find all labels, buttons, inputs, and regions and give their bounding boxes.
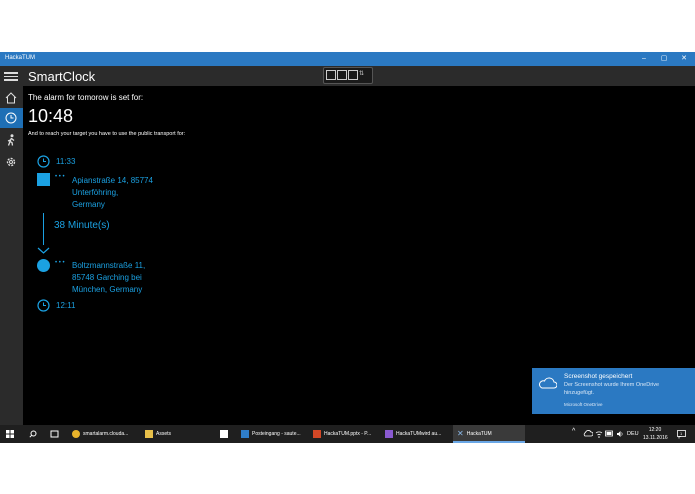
onedrive-cloud-icon <box>539 377 557 389</box>
window-title: HackaTUM <box>5 55 36 61</box>
alarm-intro-text: The alarm for tomorow is set for: <box>28 93 144 102</box>
hamburger-menu-icon[interactable] <box>4 70 18 82</box>
sidebar-item-settings[interactable] <box>0 152 23 172</box>
taskbar-item-explorer[interactable]: Assets <box>141 425 211 443</box>
sidebar-item-home[interactable] <box>0 88 23 108</box>
search-icon[interactable] <box>29 430 37 438</box>
select-element-icon[interactable] <box>326 70 336 80</box>
taskbar: smartalarm.clouda... Assets Posteingang … <box>0 425 695 443</box>
origin-address-line1: Apianstraße 14, 85774 <box>72 176 153 185</box>
origin-dots: • • • <box>55 174 65 180</box>
home-icon <box>5 92 17 104</box>
chrome-icon <box>72 429 80 438</box>
origin-address-line2: Unterföhring, <box>72 188 119 197</box>
clock-time: 12:20 <box>648 427 662 433</box>
taskbar-item-label: HackaTUM <box>466 431 492 437</box>
notification-body-line1: Der Screenshot wurde Ihrem OneDrive <box>564 382 660 388</box>
clock-icon <box>5 112 17 124</box>
notification-source: Microsoft OneDrive <box>564 402 603 407</box>
chevron-up-icon[interactable]: ^ <box>572 428 575 435</box>
wifi-icon[interactable] <box>595 430 603 438</box>
destination-address-line2: 85748 Garching bei <box>72 273 142 282</box>
svg-text:1: 1 <box>680 431 683 436</box>
chevron-down-icon <box>37 247 50 254</box>
origin-address-line3: Germany <box>72 200 105 209</box>
debug-toolbar: ⇅ <box>323 67 373 84</box>
taskbar-item-label: HackaTUMwird au... <box>396 431 442 437</box>
destination-address-line1: Boltzmannstraße 11, <box>72 261 146 270</box>
walking-person-icon <box>7 134 15 146</box>
clock-date: 13.11.2016 <box>643 435 668 441</box>
volume-icon[interactable] <box>616 430 624 438</box>
windows-start-icon[interactable] <box>6 430 14 438</box>
taskbar-item-outlook[interactable]: Posteingang - saute... <box>237 425 307 443</box>
taskbar-item-label: Posteingang - saute... <box>252 431 301 437</box>
travel-duration: 38 Minute(s) <box>54 220 110 231</box>
route-line <box>43 213 44 245</box>
cloud-icon[interactable] <box>583 430 593 437</box>
taskbar-item-visual-studio[interactable]: HackaTUMwird au... <box>381 425 451 443</box>
arrival-time: 12:11 <box>56 301 76 310</box>
taskbar-item-hackatum[interactable]: ✕ HackaTUM <box>453 425 525 443</box>
powerpoint-icon <box>313 429 321 438</box>
language-indicator[interactable]: DEU <box>627 431 639 437</box>
notification-title: Screenshot gespeichert <box>564 373 633 380</box>
window-title-bar: HackaTUM – ▢ ✕ <box>0 52 695 66</box>
destination-dots: • • • <box>55 260 65 266</box>
taskbar-item-label: Assets <box>156 431 172 437</box>
destination-address: Boltzmannstraße 11, 85748 Garching bei M… <box>72 260 145 296</box>
sidebar-item-alarm[interactable] <box>0 108 23 128</box>
store-icon <box>220 429 228 438</box>
toggle-icon[interactable]: ⇅ <box>359 70 367 78</box>
display-layout-icon[interactable] <box>337 70 347 80</box>
clock-icon <box>37 155 50 168</box>
visual-studio-icon <box>385 429 393 438</box>
action-center-icon[interactable]: 1 <box>677 430 686 439</box>
task-view-icon[interactable] <box>50 430 59 438</box>
transport-intro-text: And to reach your target you have to use… <box>28 131 186 137</box>
origin-square-icon <box>37 173 50 186</box>
clock[interactable]: 12:20 13.11.2016 <box>643 426 668 442</box>
sidebar <box>0 86 23 425</box>
maximize-button[interactable]: ▢ <box>654 52 674 66</box>
gear-icon <box>6 157 16 167</box>
battery-icon[interactable] <box>605 430 614 437</box>
clock-icon <box>37 299 50 312</box>
notification-toast[interactable]: Screenshot gespeichert Der Screenshot wu… <box>532 368 695 414</box>
sidebar-item-walk[interactable] <box>0 130 23 150</box>
alarm-time: 10:48 <box>28 106 74 126</box>
origin-address: Apianstraße 14, 85774 Unterföhring, Germ… <box>72 175 153 211</box>
destination-address-line3: München, Germany <box>72 285 143 294</box>
inspect-icon[interactable] <box>348 70 358 80</box>
folder-icon <box>145 429 153 438</box>
notification-body-line2: hinzugefügt. <box>564 390 594 396</box>
departure-time: 11:33 <box>56 157 76 166</box>
taskbar-item-label: HackaTUM.pptx - P... <box>324 431 372 437</box>
taskbar-item-store[interactable] <box>214 425 234 443</box>
taskbar-item-label: smartalarm.clouda... <box>83 431 129 437</box>
minimize-button[interactable]: – <box>634 52 654 66</box>
app-name: SmartClock <box>28 69 96 84</box>
taskbar-item-powerpoint[interactable]: HackaTUM.pptx - P... <box>309 425 379 443</box>
app-icon: ✕ <box>457 428 464 438</box>
close-button[interactable]: ✕ <box>674 52 694 66</box>
taskbar-item-chrome[interactable]: smartalarm.clouda... <box>68 425 138 443</box>
destination-circle-icon <box>37 259 50 272</box>
outlook-icon <box>241 429 249 438</box>
